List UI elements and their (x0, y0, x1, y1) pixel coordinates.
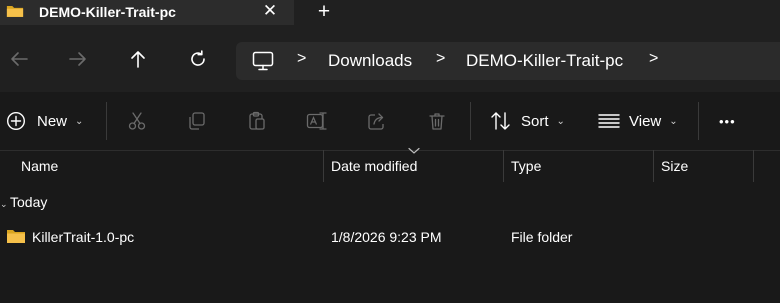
column-header-name[interactable]: Name (21, 158, 58, 174)
view-icon (598, 114, 620, 128)
new-label: New (37, 112, 68, 130)
paste-icon (249, 111, 265, 130)
sort-icon (491, 112, 510, 130)
column-divider[interactable] (653, 150, 654, 182)
copy-icon (189, 112, 205, 130)
breadcrumb-separator[interactable]: > (649, 50, 658, 68)
divider (106, 102, 107, 140)
up-button[interactable] (124, 45, 152, 73)
file-name[interactable]: KillerTrait-1.0-pc (32, 229, 134, 245)
sort-button[interactable]: Sort ⌄ (490, 92, 565, 150)
sort-label: Sort (521, 112, 549, 130)
new-tab-button[interactable]: + (314, 0, 334, 24)
monitor-icon[interactable] (252, 51, 274, 71)
tab-active[interactable]: DEMO-Killer-Trait-pc ✕ (0, 0, 294, 25)
rename-button[interactable] (306, 92, 328, 150)
address-row: > Downloads > DEMO-Killer-Trait-pc > (0, 25, 780, 92)
rename-icon (306, 112, 327, 130)
divider (470, 102, 471, 140)
column-divider[interactable] (503, 150, 504, 182)
folder-icon (6, 6, 24, 17)
back-button[interactable] (5, 45, 33, 73)
collapse-chevron-icon[interactable]: ⌄ (0, 199, 10, 210)
command-bar: New ⌄ Sort ⌄ View ⌄ ••• (0, 92, 780, 151)
new-button[interactable]: New ⌄ (6, 92, 83, 150)
share-button[interactable] (367, 92, 387, 150)
more-icon: ••• (719, 113, 736, 129)
cut-icon (128, 112, 146, 130)
file-type: File folder (511, 229, 573, 245)
column-header-row: Name Date modified Type Size (0, 147, 780, 182)
column-header-size[interactable]: Size (661, 158, 688, 174)
paste-button[interactable] (247, 92, 267, 150)
column-divider[interactable] (753, 150, 754, 182)
close-tab-icon[interactable]: ✕ (262, 1, 278, 21)
table-row[interactable]: KillerTrait-1.0-pc 1/8/2026 9:23 PM File… (0, 224, 780, 250)
new-plus-icon (6, 111, 26, 131)
sort-caret-icon (408, 147, 420, 154)
copy-button[interactable] (187, 92, 207, 150)
breadcrumb-separator[interactable]: > (436, 50, 445, 68)
tab-strip: DEMO-Killer-Trait-pc ✕ + (0, 0, 780, 25)
divider (698, 102, 699, 140)
back-arrow-icon (11, 52, 28, 66)
tab-title: DEMO-Killer-Trait-pc (39, 4, 176, 20)
group-label: Today (10, 194, 48, 210)
folder-icon (7, 230, 25, 243)
up-arrow-icon (131, 51, 145, 68)
column-divider[interactable] (323, 150, 324, 182)
forward-arrow-icon (69, 52, 86, 66)
delete-icon (429, 113, 445, 130)
refresh-icon (191, 50, 205, 66)
column-header-date-modified[interactable]: Date modified (331, 158, 417, 174)
more-options-button[interactable]: ••• (719, 92, 736, 150)
address-bar[interactable]: > Downloads > DEMO-Killer-Trait-pc > (236, 42, 780, 80)
breadcrumb-downloads[interactable]: Downloads (328, 51, 412, 71)
refresh-button[interactable] (184, 45, 212, 73)
view-label: View (629, 112, 662, 130)
breadcrumb-separator[interactable]: > (297, 50, 306, 68)
forward-button[interactable] (64, 45, 92, 73)
file-date-modified: 1/8/2026 9:23 PM (331, 229, 442, 245)
chevron-down-icon: ⌄ (669, 115, 678, 127)
column-header-type[interactable]: Type (511, 158, 541, 174)
delete-button[interactable] (427, 92, 447, 150)
group-header-today[interactable]: ⌄ Today (0, 194, 47, 210)
chevron-down-icon: ⌄ (75, 115, 84, 127)
breadcrumb-current-folder[interactable]: DEMO-Killer-Trait-pc (466, 51, 623, 71)
view-button[interactable]: View ⌄ (598, 92, 678, 150)
cut-button[interactable] (127, 92, 147, 150)
chevron-down-icon: ⌄ (556, 115, 565, 127)
share-icon (368, 113, 384, 130)
